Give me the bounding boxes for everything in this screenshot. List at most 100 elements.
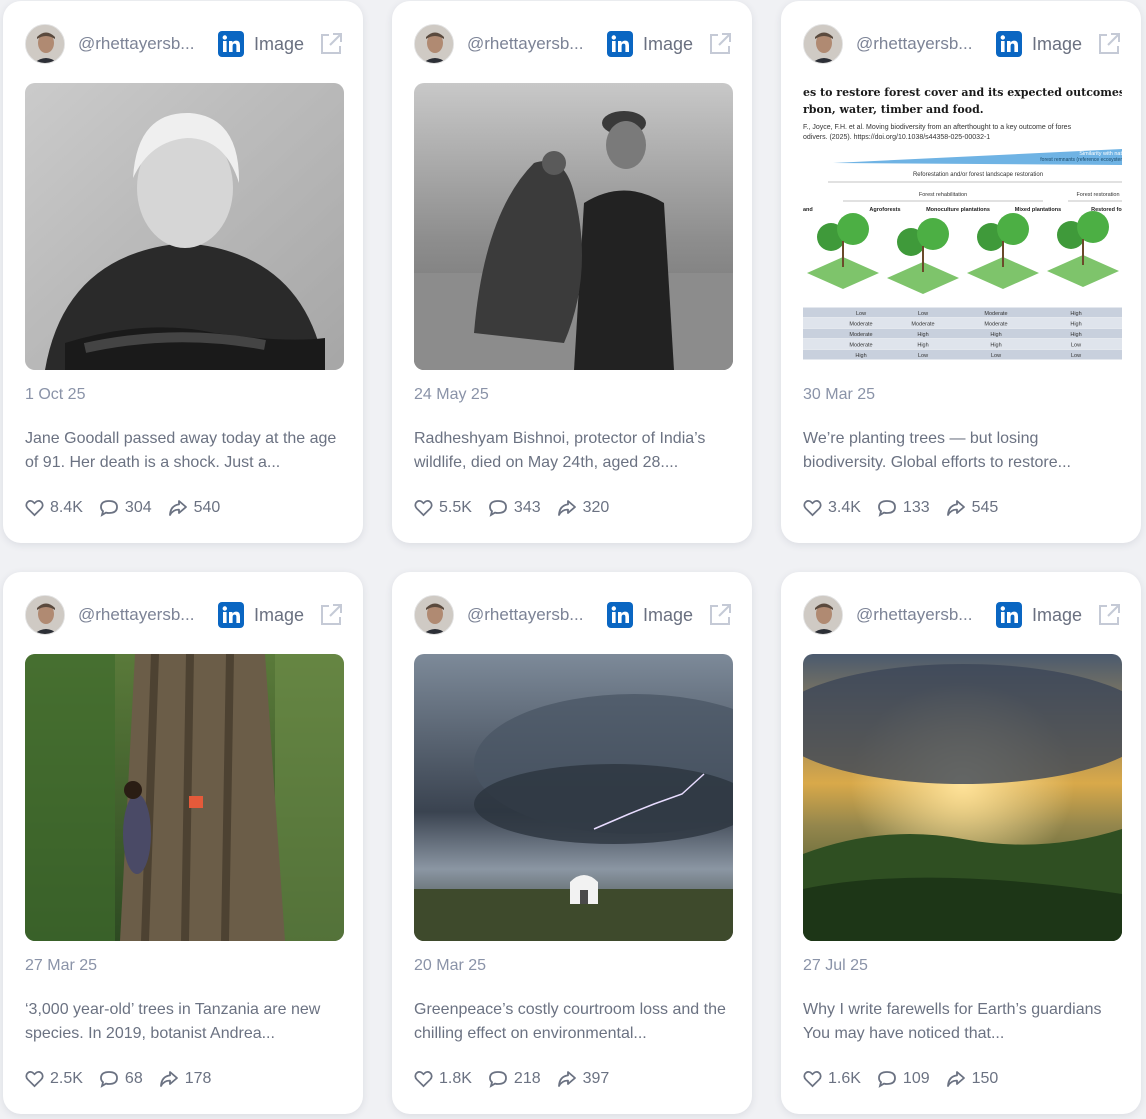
post-text[interactable]: Greenpeace’s costly courtroom loss and t… [414,998,736,1046]
likes-stat: 3.4K [803,499,861,517]
post-date: 27 Mar 25 [25,957,98,974]
post-date: 30 Mar 25 [803,386,876,403]
svg-text:Mixed plantations: Mixed plantations [1015,207,1061,213]
post-text[interactable]: Radheshyam Bishnoi, protector of India’s… [414,427,736,475]
avatar[interactable] [25,595,65,635]
post-image[interactable] [414,654,733,941]
svg-text:Reforestation and/or forest la: Reforestation and/or forest landscape re… [913,172,1043,178]
linkedin-icon[interactable] [218,31,244,57]
post-header: @rhettayersb... Image [414,23,736,65]
svg-text:Moderate: Moderate [911,322,934,328]
svg-text:Low: Low [918,311,928,317]
svg-text:odivers. (2025). https://doi.o: odivers. (2025). https://doi.org/10.1038… [803,134,990,141]
likes-stat: 1.6K [803,1070,861,1088]
external-link-icon[interactable] [318,31,344,57]
post-text[interactable]: Why I write farewells for Earth’s guardi… [803,998,1125,1046]
shares-count: 540 [193,499,221,516]
linkedin-icon[interactable] [996,602,1022,628]
likes-count: 2.5K [50,1070,83,1087]
post-type-label: Image [254,604,305,625]
share-icon [159,1071,178,1087]
username[interactable]: @rhettayersb... [78,34,206,54]
linkedin-icon[interactable] [607,31,633,57]
post-image[interactable] [803,654,1122,941]
username[interactable]: @rhettayersb... [856,34,984,54]
svg-text:Moderate: Moderate [849,332,872,338]
external-link-icon[interactable] [318,602,344,628]
post-text[interactable]: Jane Goodall passed away today at the ag… [25,427,347,475]
comment-icon [878,500,896,517]
comments-count: 218 [513,1070,541,1087]
shares-count: 178 [184,1070,212,1087]
heart-icon [25,500,44,517]
post-text[interactable]: ‘3,000 year-old’ trees in Tanzania are n… [25,998,347,1046]
shares-stat: 178 [159,1070,212,1088]
avatar[interactable] [803,595,843,635]
post-image[interactable]: es to restore forest cover and its expec… [803,83,1122,370]
shares-stat: 320 [557,499,610,517]
svg-text:High: High [1070,311,1081,317]
username[interactable]: @rhettayersb... [78,605,206,625]
share-icon [557,500,576,516]
avatar[interactable] [414,24,454,64]
shares-count: 320 [582,499,610,516]
post-card-4[interactable]: @rhettayersb... Image 27 Mar 25 ‘3,000 y… [3,572,363,1114]
svg-text:High: High [917,332,928,338]
linkedin-icon[interactable] [607,602,633,628]
shares-count: 397 [582,1070,610,1087]
username[interactable]: @rhettayersb... [467,34,595,54]
post-card-5[interactable]: @rhettayersb... Image 20 Mar 25 Greenpea… [392,572,752,1114]
post-card-1[interactable]: @rhettayersb... Image 1 Oct 25 Jane Good… [3,1,363,543]
avatar[interactable] [414,595,454,635]
share-icon [557,1071,576,1087]
post-text[interactable]: We’re planting trees — but losing biodiv… [803,427,1125,475]
likes-count: 1.6K [828,1070,861,1087]
external-link-icon[interactable] [1096,31,1122,57]
likes-count: 5.5K [439,499,472,516]
svg-text:Low: Low [991,353,1001,359]
likes-stat: 2.5K [25,1070,83,1088]
avatar[interactable] [803,24,843,64]
svg-text:Forest rehabilitation: Forest rehabilitation [919,192,967,198]
svg-text:Moderate: Moderate [849,322,872,328]
post-card-6[interactable]: @rhettayersb... Image 27 Jul 25 Why I wr… [781,572,1141,1114]
post-stats: 1.8K 218 397 [414,1070,625,1088]
likes-stat: 8.4K [25,499,83,517]
svg-text:Moderate: Moderate [849,343,872,349]
post-header: @rhettayersb... Image [803,23,1125,65]
post-image[interactable] [25,83,344,370]
comments-count: 109 [902,1070,930,1087]
svg-text:Low: Low [918,353,928,359]
svg-text:forest remnants (reference eco: forest remnants (reference ecosyster [1040,157,1122,163]
external-link-icon[interactable] [707,31,733,57]
username[interactable]: @rhettayersb... [467,605,595,625]
svg-text:and: and [803,207,813,213]
comment-icon [100,500,118,517]
comment-icon [489,1071,507,1088]
post-image[interactable] [414,83,733,370]
comments-stat: 304 [99,499,152,517]
comments-count: 304 [124,499,152,516]
post-image[interactable] [25,654,344,941]
post-card-3[interactable]: @rhettayersb... Image es to restore fore… [781,1,1141,543]
external-link-icon[interactable] [1096,602,1122,628]
heart-icon [414,500,433,517]
external-link-icon[interactable] [707,602,733,628]
shares-stat: 150 [946,1070,999,1088]
avatar[interactable] [25,24,65,64]
username[interactable]: @rhettayersb... [856,605,984,625]
shares-count: 150 [971,1070,999,1087]
shares-stat: 545 [946,499,998,517]
post-stats: 8.4K 304 540 [25,499,236,517]
post-type-label: Image [1032,33,1083,54]
post-date: 24 May 25 [414,386,489,403]
post-card-2[interactable]: @rhettayersb... Image 24 May 25 Radheshy… [392,1,752,543]
linkedin-icon[interactable] [996,31,1022,57]
post-type-label: Image [643,604,694,625]
comments-stat: 218 [488,1070,541,1088]
share-icon [946,1071,965,1087]
post-stats: 5.5K 343 320 [414,499,625,517]
post-header: @rhettayersb... Image [25,594,347,636]
linkedin-icon[interactable] [218,602,244,628]
comments-stat: 109 [877,1070,930,1088]
